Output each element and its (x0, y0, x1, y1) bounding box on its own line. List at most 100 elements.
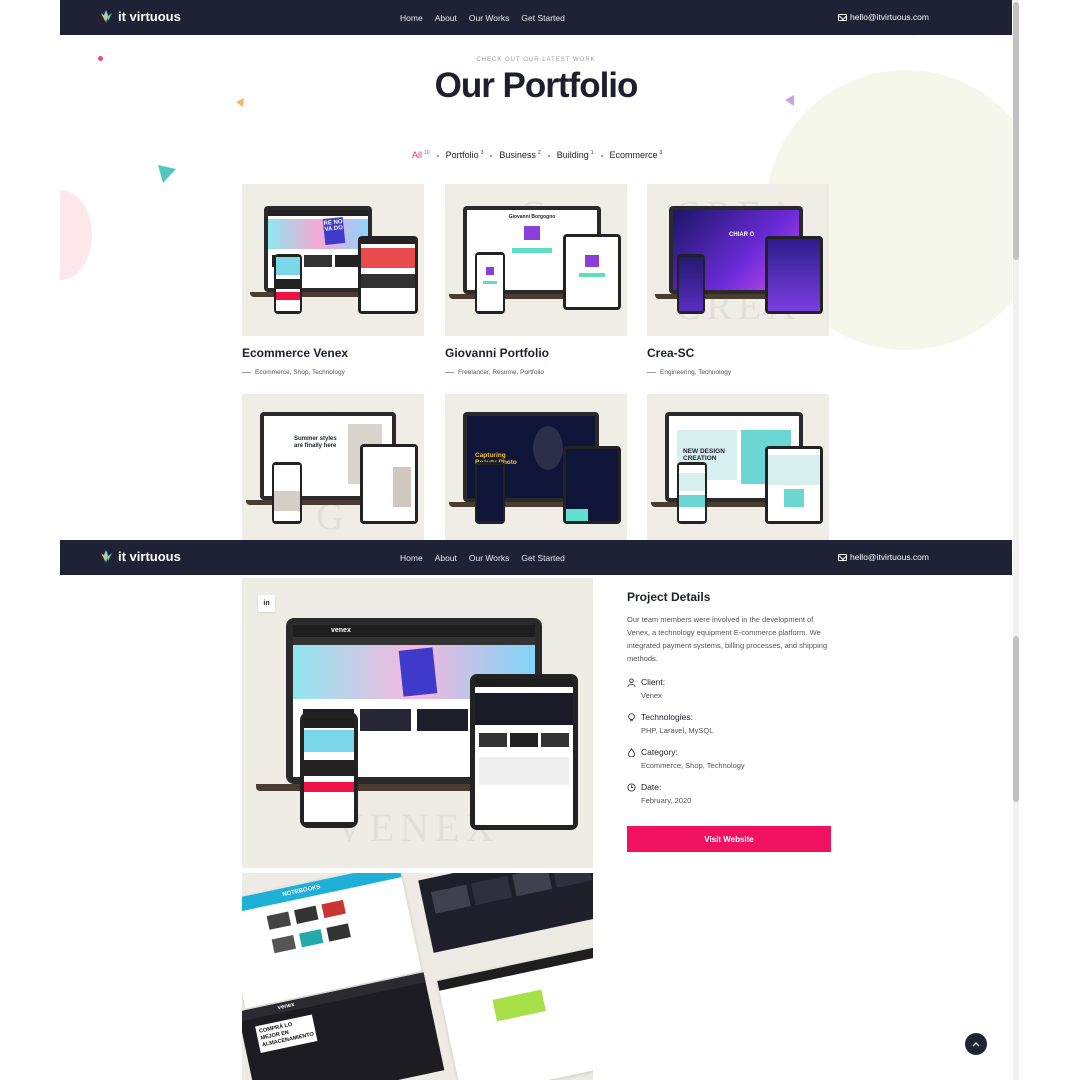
tablet-mockup (563, 234, 621, 310)
nav-links: Home About Our Works Get Started (400, 540, 577, 575)
detail-label: Date: (641, 782, 662, 792)
logo-icon (101, 10, 112, 23)
project-card-capturing[interactable]: Capturing Beauty Photo (445, 394, 627, 540)
detail-value: Venex (641, 691, 662, 700)
renovado-banner: RE NO VA DO (322, 217, 346, 245)
drop-icon (627, 748, 636, 757)
chevron-up-icon (972, 1042, 980, 1047)
filter-separator (547, 155, 550, 157)
project-details-heading: Project Details (627, 590, 711, 604)
detail-label: Category: (641, 747, 678, 757)
deco-triangle-teal (158, 165, 176, 183)
tablet-mockup (360, 444, 418, 524)
filter-count: 3 (659, 150, 663, 156)
nav-email-text: hello@itvirtuous.com (849, 552, 929, 562)
phone-mockup (272, 462, 302, 524)
project-gallery: NOTEBOOKS venex COMPRÁ LO MEJOR EN ALMAC… (242, 873, 593, 1080)
clock-icon (627, 783, 636, 792)
phone-mockup (677, 254, 705, 314)
top-navbar: it virtuous Home About Our Works Get Sta… (60, 0, 1012, 35)
project-card-venex[interactable]: RE NO VA DO Ecommerce Venex Ecommerce, S… (242, 184, 424, 376)
project-tags: Engineering, Technology (647, 369, 829, 376)
detail-label: Client: (641, 677, 666, 687)
visit-website-button[interactable]: Visit Website (627, 826, 831, 852)
project-tags: Freelancer, Resume, Portfolio (445, 369, 627, 376)
linkedin-share-button[interactable]: in (258, 595, 275, 612)
project-card-crea-sc[interactable]: CREACREA CHIAR O Crea-SC Engineering, Te… (647, 184, 829, 376)
project-card-summer[interactable]: GG Summer styles are finally here (242, 394, 424, 540)
brand-logo[interactable]: it virtuous (100, 549, 181, 564)
filter-label: All (412, 150, 423, 160)
nav-get-started-link[interactable]: Get Started (521, 13, 564, 23)
filter-portfolio[interactable]: Portfolio 3 (446, 150, 484, 160)
filter-label: Business (499, 150, 536, 160)
project-main-image: VENEXVENEX in venex (242, 578, 593, 868)
section-eyebrow: CHECK OUT OUR LATEST WORK (476, 57, 596, 63)
detail-label: Technologies: (641, 712, 693, 722)
page-title: Our Portfolio (434, 66, 639, 105)
nav-about-link[interactable]: About (435, 553, 457, 563)
project-thumbnail[interactable]: CREACREA CHIAR O (647, 184, 829, 336)
nav-email-link[interactable]: hello@itvirtuous.com (837, 552, 929, 562)
phone-mockup (274, 254, 302, 314)
detail-technologies: Technologies: PHP, Laravel, MySQL (627, 712, 831, 735)
nav-email-link[interactable]: hello@itvirtuous.com (837, 12, 929, 22)
filter-building[interactable]: Building 1 (557, 150, 594, 160)
tablet-mockup (358, 236, 418, 314)
brand-logo[interactable]: it virtuous (100, 9, 181, 24)
scroll-to-top-button[interactable] (965, 1033, 987, 1055)
project-thumbnail[interactable]: RE NO VA DO (242, 184, 424, 336)
filter-count: 2 (537, 150, 541, 156)
project-name[interactable]: Giovanni Portfolio (445, 346, 627, 360)
portfolio-filters: All 10 Portfolio 3 Business 2 Building 1 Eco… (412, 150, 662, 160)
top-navbar: it virtuous Home About Our Works Get Sta… (60, 540, 1012, 575)
nav-links: Home About Our Works Get Started (400, 0, 577, 35)
tablet-mockup (765, 236, 823, 314)
project-detail-page: it virtuous Home About Our Works Get Sta… (60, 540, 1012, 1080)
project-tags: Ecommerce, Shop, Technology (242, 369, 424, 376)
detail-value: Ecommerce, Shop, Technology (641, 761, 745, 770)
filter-separator (490, 155, 493, 157)
new-design-heading: NEW DESIGN CREATION (683, 448, 725, 462)
detail-date: Date: February, 2020 (627, 782, 831, 805)
nav-home-link[interactable]: Home (400, 13, 423, 23)
nav-about-link[interactable]: About (435, 13, 457, 23)
portfolio-page: it virtuous Home About Our Works Get Sta… (60, 0, 1012, 540)
nav-our-works-link[interactable]: Our Works (469, 553, 509, 563)
filter-all[interactable]: All 10 (412, 150, 430, 160)
nav-get-started-link[interactable]: Get Started (521, 553, 564, 563)
nav-email-text: hello@itvirtuous.com (849, 12, 929, 22)
filter-separator (600, 155, 603, 157)
filter-ecommerce[interactable]: Ecommerce 3 (610, 150, 663, 160)
filter-count: 1 (590, 150, 594, 156)
tablet-mockup (563, 446, 621, 524)
project-thumbnail[interactable]: NEW DESIGN CREATION (647, 394, 829, 540)
project-card-new-design[interactable]: NEW DESIGN CREATION (647, 394, 829, 540)
filter-label: Portfolio (445, 150, 479, 160)
project-thumbnail[interactable]: GC Giovanni Borgogno (445, 184, 627, 336)
detail-client: Client: Venex (627, 677, 831, 700)
page-scrollbar[interactable] (1013, 540, 1019, 1080)
filter-label: Building (556, 150, 589, 160)
project-thumbnail[interactable]: GG Summer styles are finally here (242, 394, 424, 540)
brand-name: it virtuous (118, 9, 181, 24)
filter-business[interactable]: Business 2 (499, 150, 540, 160)
detail-value: PHP, Laravel, MySQL (641, 726, 714, 735)
filter-separator (436, 155, 439, 157)
phone-mockup (475, 252, 505, 314)
project-thumbnail[interactable]: Capturing Beauty Photo (445, 394, 627, 540)
project-card-giovanni[interactable]: GC Giovanni Borgogno Giovanni Portfolio … (445, 184, 627, 376)
nav-our-works-link[interactable]: Our Works (469, 13, 509, 23)
bulb-icon (628, 713, 635, 722)
summer-heading: Summer styles are finally here (294, 436, 337, 449)
nav-home-link[interactable]: Home (400, 553, 423, 563)
project-name[interactable]: Ecommerce Venex (242, 346, 424, 360)
deco-circle-pink (60, 190, 92, 280)
project-name[interactable]: Crea-SC (647, 346, 829, 360)
scrollbar-thumb[interactable] (1013, 2, 1019, 260)
brand-name: it virtuous (118, 549, 181, 564)
mail-icon (837, 13, 847, 21)
filter-count: 10 (424, 150, 430, 156)
scrollbar-thumb[interactable] (1013, 636, 1019, 802)
page-scrollbar[interactable] (1013, 0, 1019, 540)
